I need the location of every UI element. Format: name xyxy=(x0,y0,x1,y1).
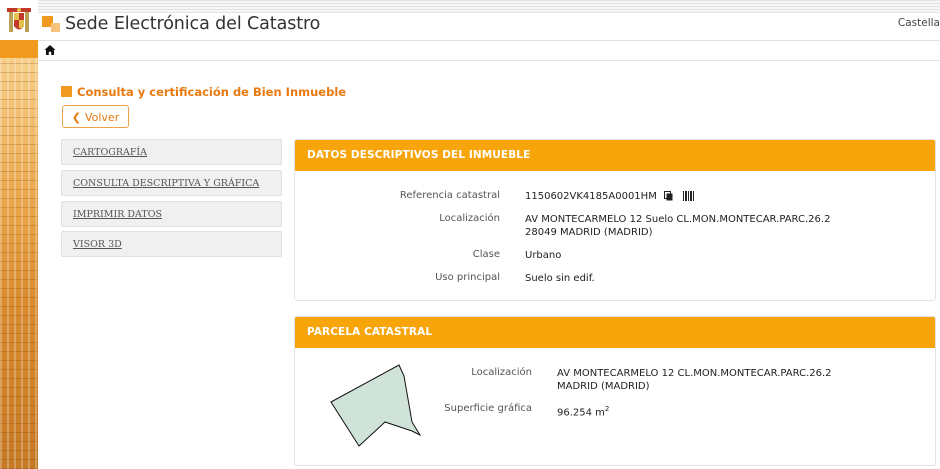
menu-item-consulta[interactable]: CONSULTA DESCRIPTIVA Y GRÁFICA xyxy=(61,170,282,196)
back-button-label: Volver xyxy=(84,111,120,124)
parcel-shape[interactable] xyxy=(329,362,425,450)
chevron-left-icon: ❮ xyxy=(71,111,81,124)
page-title: Consulta y certificación de Bien Inmuebl… xyxy=(61,81,347,99)
breadcrumb-bar xyxy=(38,40,940,61)
descriptive-data-panel: DATOS DESCRIPTIVOS DEL INMUEBLE Referenc… xyxy=(294,139,936,301)
panel-title: DATOS DESCRIPTIVOS DEL INMUEBLE xyxy=(295,140,935,171)
orange-band xyxy=(0,40,38,58)
site-header: Sede Electrónica del Catastro Castella xyxy=(38,13,940,40)
area-value-row: 96.254 m2 xyxy=(557,403,609,419)
menu-item-cartografia[interactable]: CARTOGRAFÍA xyxy=(61,139,282,165)
area-unit-superscript: 2 xyxy=(604,405,610,413)
parcel-location-line-1: AV MONTECARMELO 12 CL.MON.MONTECAR.PARC.… xyxy=(557,368,832,379)
area-label: Superficie gráfica xyxy=(444,403,532,414)
class-value: Urbano xyxy=(525,250,562,261)
location-label: Localización xyxy=(439,213,500,224)
top-stripe xyxy=(38,0,940,13)
barcode-icon[interactable] xyxy=(683,191,695,201)
home-icon[interactable] xyxy=(44,44,56,56)
site-title[interactable]: Sede Electrónica del Catastro xyxy=(65,14,320,34)
ref-value-row: 1150602VK4185A0001HM xyxy=(525,190,695,203)
class-label: Clase xyxy=(472,249,500,260)
ref-label: Referencia catastral xyxy=(399,190,500,201)
copy-icon[interactable] xyxy=(664,191,673,201)
use-label: Uso principal xyxy=(435,272,500,283)
location-line-1: AV MONTECARMELO 12 Suelo CL.MON.MONTECAR… xyxy=(525,214,831,225)
side-decoration xyxy=(0,0,38,469)
panel-title: PARCELA CATASTRAL xyxy=(295,317,935,348)
menu-item-visor-3d[interactable]: VISOR 3D xyxy=(61,231,282,257)
page-title-text: Consulta y certificación de Bien Inmuebl… xyxy=(77,85,347,99)
parcel-panel: PARCELA CATASTRAL Localización AV MONTEC… xyxy=(294,316,936,466)
city-image xyxy=(0,58,38,469)
catastro-logo-icon[interactable] xyxy=(42,16,60,34)
area-value: 96.254 m xyxy=(557,407,605,419)
menu-item-imprimir[interactable]: IMPRIMIR DATOS xyxy=(61,201,282,227)
parcel-location-line-2: MADRID (MADRID) xyxy=(557,381,650,392)
heading-bullet-icon xyxy=(61,86,72,97)
use-value: Suelo sin edif. xyxy=(525,273,595,284)
location-line-2: 28049 MADRID (MADRID) xyxy=(525,227,653,238)
crest-icon xyxy=(7,8,31,32)
ref-value: 1150602VK4185A0001HM xyxy=(525,191,657,202)
parcel-location-label: Localización xyxy=(471,367,532,378)
back-button[interactable]: ❮ Volver xyxy=(62,105,129,128)
language-selector[interactable]: Castella xyxy=(898,17,940,29)
